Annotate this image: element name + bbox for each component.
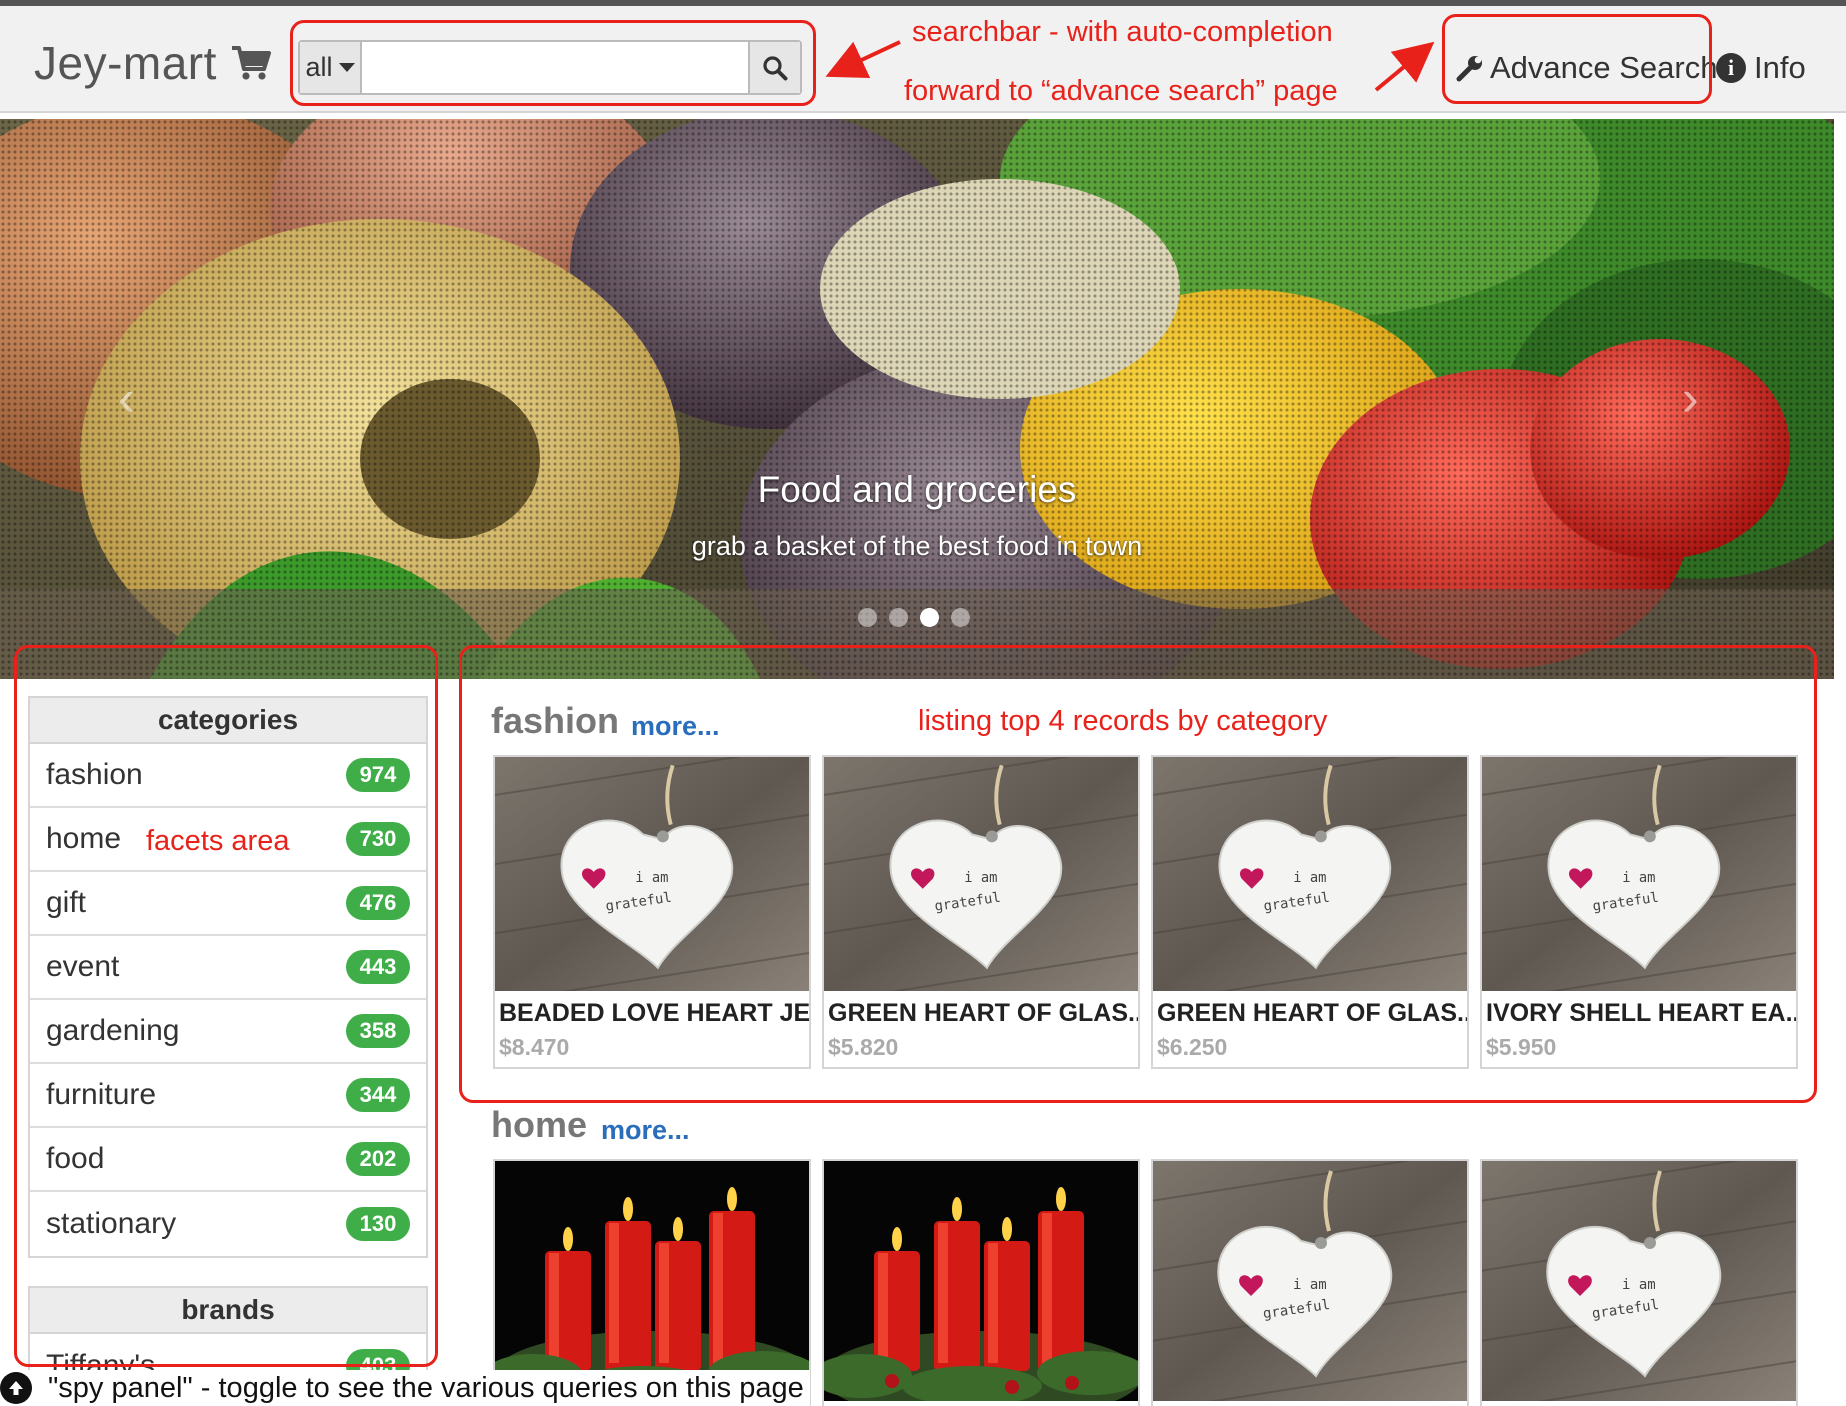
arrow-up-circle-icon: [0, 1372, 32, 1404]
carousel-prev-icon[interactable]: ‹: [118, 369, 135, 427]
spy-panel-toggle[interactable]: "spy panel" - toggle to see the various …: [0, 1370, 810, 1406]
product-image-candles: [824, 1161, 1138, 1401]
annotation-facets-box: [14, 645, 438, 1367]
hero-halftone-overlay: [0, 119, 1834, 679]
home-more-link[interactable]: more...: [601, 1115, 690, 1146]
carousel-indicator-active[interactable]: [920, 608, 939, 627]
carousel-indicators: [858, 608, 970, 627]
carousel-indicator[interactable]: [858, 608, 877, 627]
spy-panel-label: "spy panel" - toggle to see the various …: [48, 1371, 804, 1404]
section-title-home: home: [491, 1104, 588, 1145]
product-image-candles: [495, 1161, 809, 1401]
hero-title: Food and groceries: [757, 469, 1077, 510]
product-card[interactable]: [822, 1159, 1140, 1406]
hero-subtitle: grab a basket of the best food in town: [691, 531, 1143, 561]
annotation-arrows: [825, 40, 1435, 92]
annotation-listing-text: listing top 4 records by category: [918, 705, 1328, 737]
product-card[interactable]: i am grateful: [1151, 1159, 1469, 1406]
product-image-heart: i am grateful: [1482, 1161, 1796, 1401]
carousel-next-icon[interactable]: ›: [1682, 369, 1699, 427]
carousel-indicator[interactable]: [889, 608, 908, 627]
product-card[interactable]: [493, 1159, 811, 1406]
carousel-indicator[interactable]: [951, 608, 970, 627]
product-image-heart: i am grateful: [1153, 1161, 1467, 1401]
svg-text:i am: i am: [1622, 1277, 1656, 1293]
svg-text:i am: i am: [1293, 1277, 1327, 1293]
product-card[interactable]: i am grateful: [1480, 1159, 1798, 1406]
hero-carousel: ‹ › Food and groceries grab a basket of …: [0, 119, 1834, 679]
annotation-facets-text: facets area: [146, 825, 290, 857]
